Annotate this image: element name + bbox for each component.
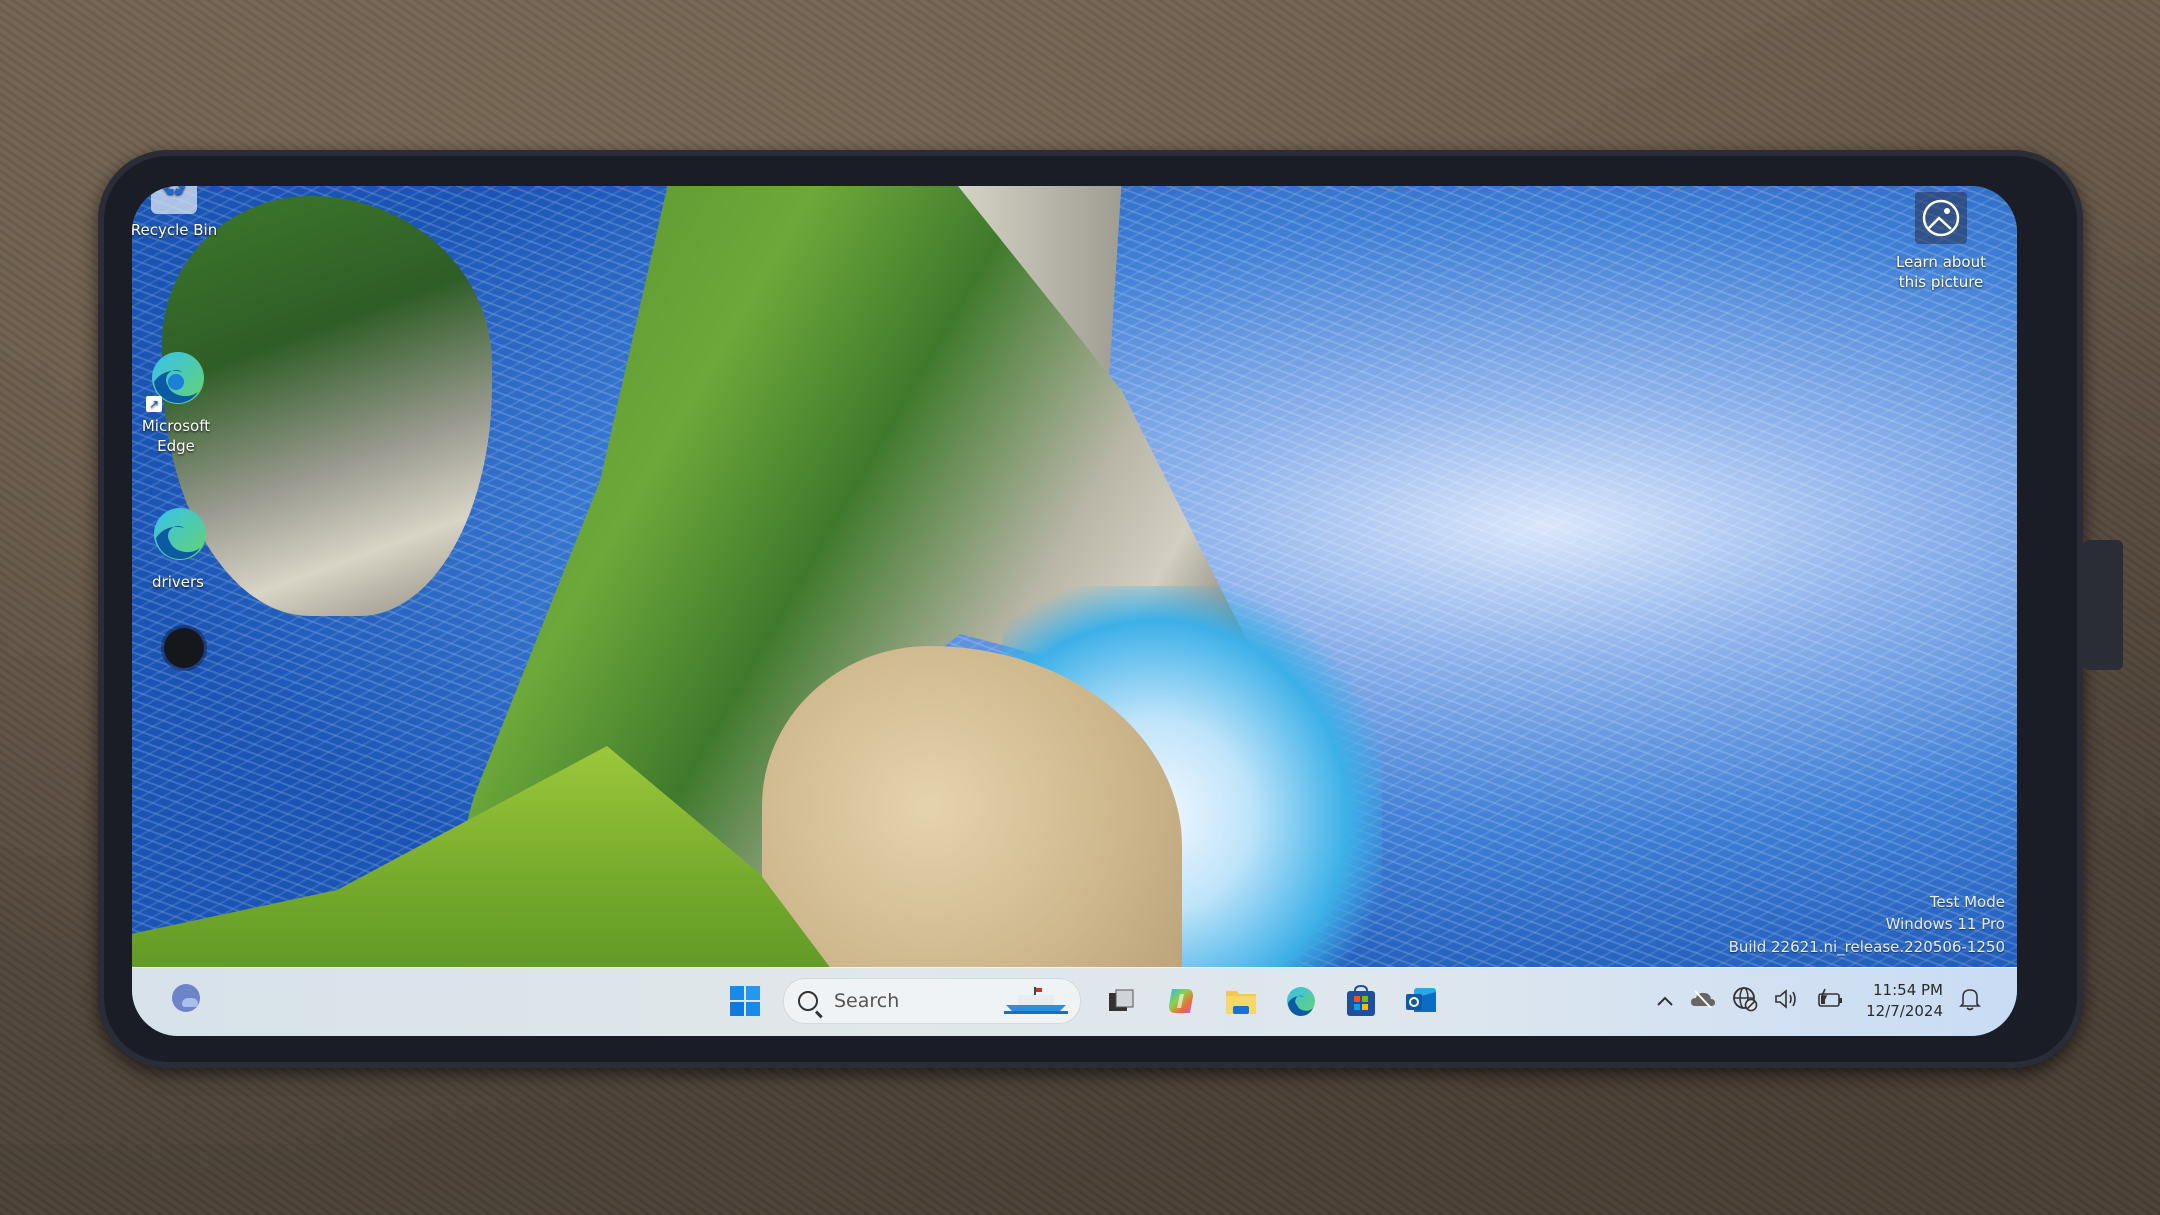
desktop-icon-microsoft-edge[interactable]: ↗ Microsoft Edge xyxy=(132,348,224,457)
shortcut-arrow-icon: ↗ xyxy=(146,396,162,412)
learn-about-this-picture[interactable]: Learn about this picture xyxy=(1881,192,2001,293)
desktop-icon-label: drivers xyxy=(152,573,204,591)
store-icon xyxy=(1347,985,1375,1016)
device-side-button xyxy=(2083,540,2123,670)
recycle-bin-icon: ♻ xyxy=(151,186,197,214)
desktop-icon-label: Recycle Bin xyxy=(132,221,218,239)
desktop-icon-label: Microsoft Edge xyxy=(141,417,211,456)
copilot-icon xyxy=(1169,989,1193,1013)
folder-icon xyxy=(1226,991,1256,1014)
task-view-icon xyxy=(1109,989,1134,1011)
taskbar-app-edge[interactable] xyxy=(1273,976,1329,1026)
image-info-icon xyxy=(1915,192,1967,244)
search-box[interactable]: Search xyxy=(783,978,1081,1024)
taskbar-app-file-explorer[interactable] xyxy=(1213,976,1269,1026)
clock-time: 11:54 PM xyxy=(1873,981,1943,999)
system-tray: 11:54 PM 12/7/2024 xyxy=(1656,976,1981,1026)
edge-icon xyxy=(1287,987,1315,1016)
start-button[interactable] xyxy=(717,976,773,1026)
globe-no-internet-icon[interactable] xyxy=(1732,986,1758,1017)
outlook-icon xyxy=(1406,988,1436,1012)
weather-moon-cloud-icon[interactable] xyxy=(172,984,200,1012)
taskbar-app-copilot[interactable] xyxy=(1153,976,1209,1026)
clock-date: 12/7/2024 xyxy=(1866,1002,1943,1020)
watermark-line: Windows 11 Pro xyxy=(1885,915,2005,933)
speaker-icon[interactable] xyxy=(1774,988,1800,1015)
desktop-icon-drivers[interactable]: drivers xyxy=(132,504,226,592)
clock[interactable]: 11:54 PM 12/7/2024 xyxy=(1866,980,1943,1022)
taskbar-app-store[interactable] xyxy=(1333,976,1389,1026)
chevron-up-icon[interactable] xyxy=(1656,991,1674,1012)
watermark-line: Build 22621.ni_release.220506-1250 xyxy=(1728,937,2005,956)
boat-search-highlight-icon xyxy=(1004,987,1068,1014)
screen: ♻ Recycle Bin ↗ Microsoft Edge drivers L… xyxy=(132,186,2017,1036)
test-mode-watermark: Test Mode Windows 11 Pro Build 22621.ni_… xyxy=(1729,891,2005,959)
onedrive-offline-icon[interactable] xyxy=(1690,989,1716,1014)
taskbar: Search 11:54 PM 12/7/2024 xyxy=(132,967,2017,1036)
learn-about-label: Learn about this picture xyxy=(1896,253,1986,292)
bell-icon[interactable] xyxy=(1959,987,1981,1016)
search-icon xyxy=(798,991,818,1011)
taskbar-app-task-view[interactable] xyxy=(1093,976,1149,1026)
taskbar-center: Search xyxy=(717,976,1453,1026)
taskbar-app-outlook[interactable] xyxy=(1393,976,1449,1026)
windows-start-icon xyxy=(730,986,760,1016)
desktop-icon-recycle-bin[interactable]: ♻ Recycle Bin xyxy=(132,186,222,240)
watermark-line: Test Mode xyxy=(1929,892,2005,911)
battery-charging-icon[interactable] xyxy=(1816,988,1844,1015)
front-camera-cutout xyxy=(164,628,204,668)
search-placeholder: Search xyxy=(834,990,900,1012)
edge-icon xyxy=(146,504,210,568)
edge-shortcut-icon: ↗ xyxy=(144,348,208,412)
